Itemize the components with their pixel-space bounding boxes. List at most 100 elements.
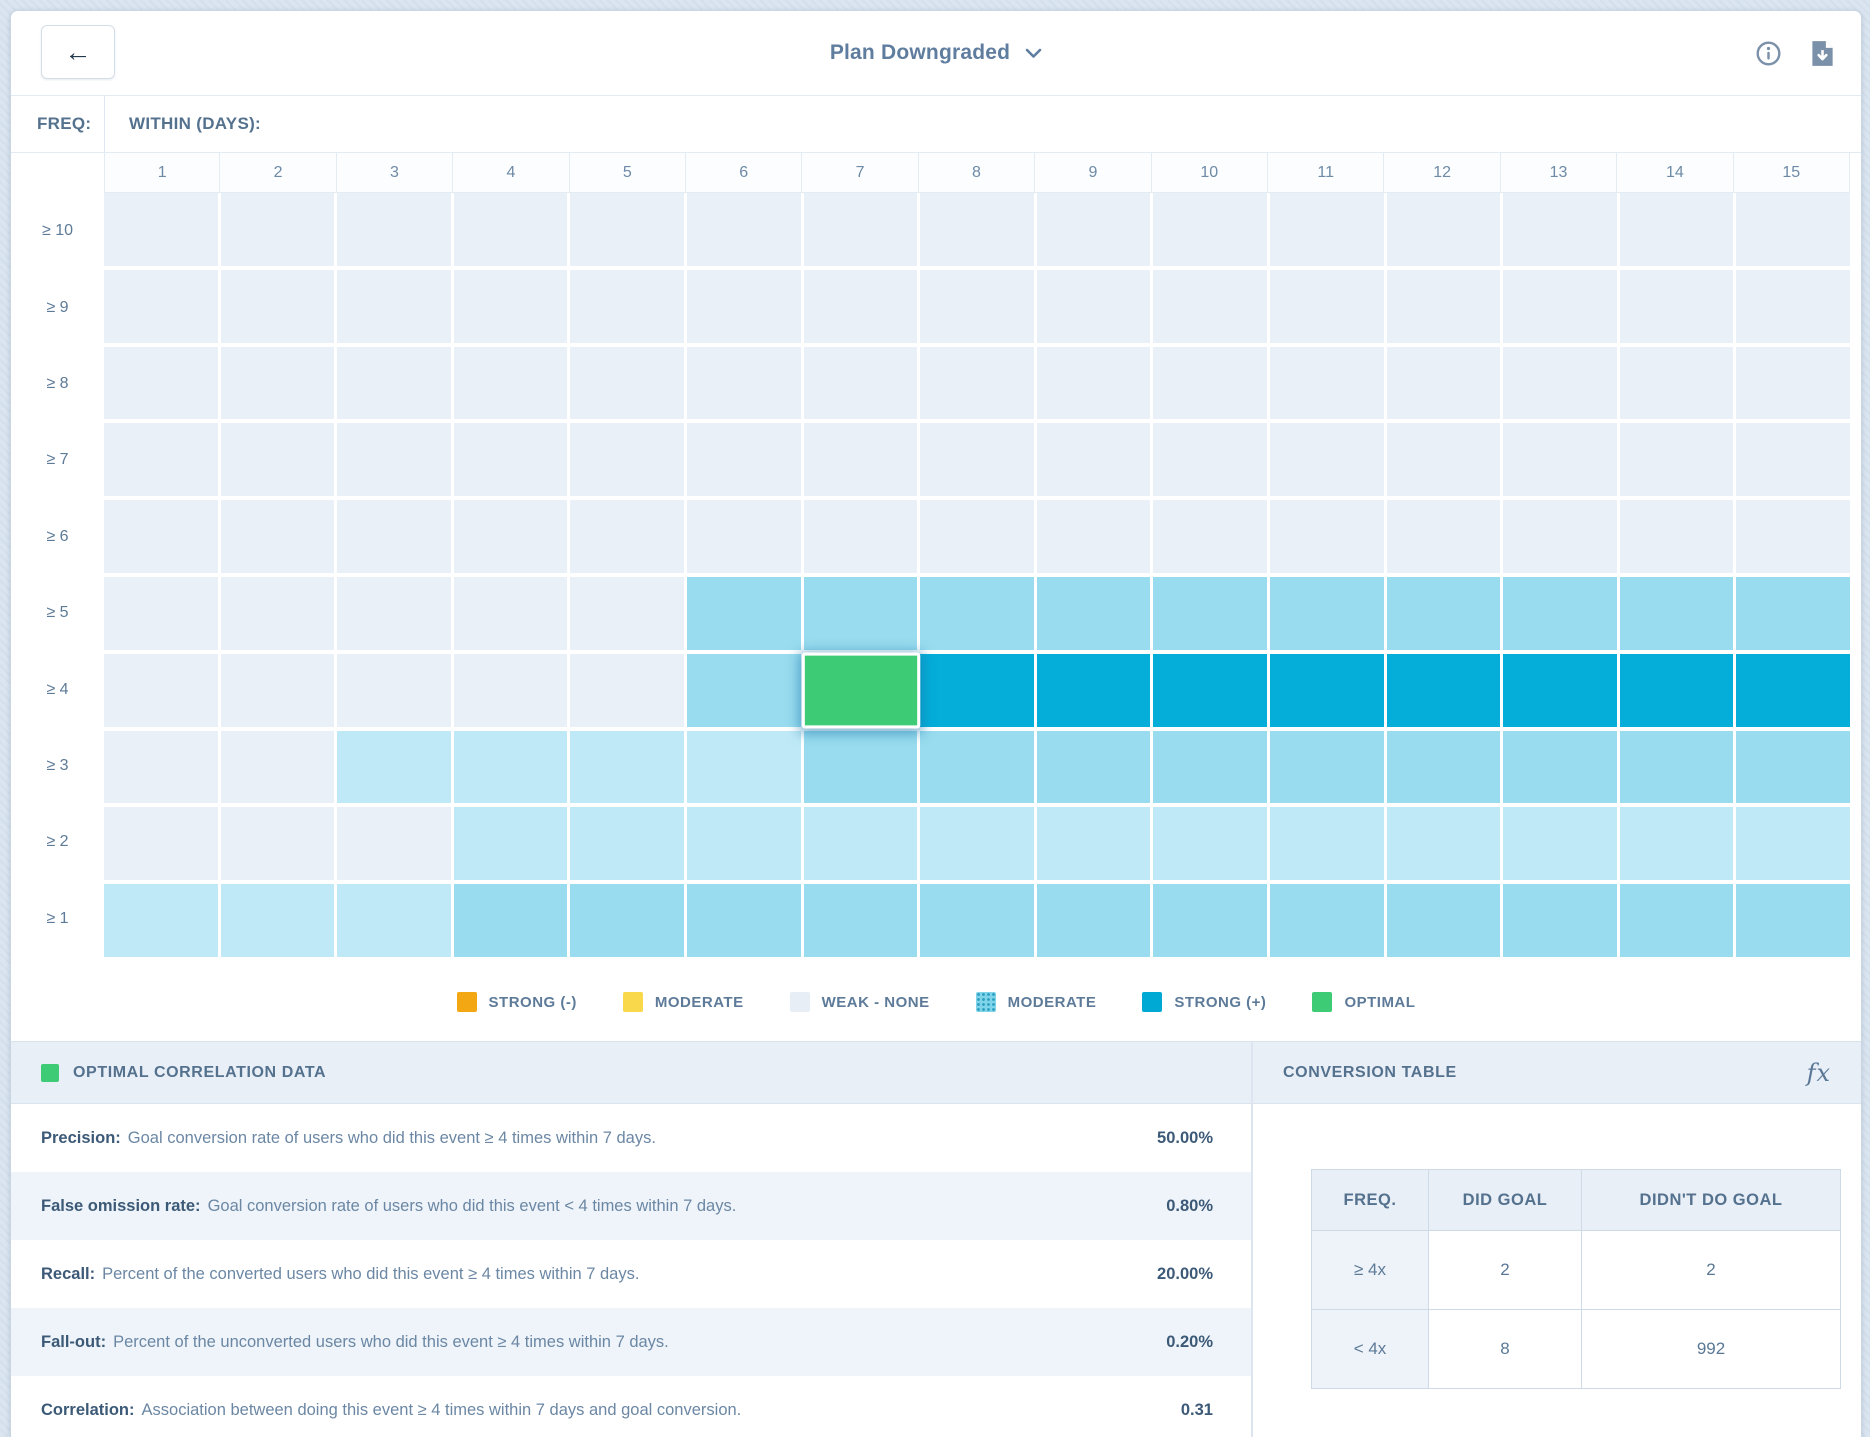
heatmap-cell[interactable] bbox=[570, 884, 684, 957]
heatmap-cell[interactable] bbox=[1736, 500, 1850, 573]
heatmap-cell[interactable] bbox=[104, 347, 218, 420]
heatmap-cell[interactable] bbox=[454, 807, 568, 880]
info-button[interactable] bbox=[1755, 40, 1782, 67]
heatmap-cell[interactable] bbox=[1153, 500, 1267, 573]
heatmap-cell[interactable] bbox=[221, 270, 335, 343]
heatmap-cell[interactable] bbox=[337, 577, 451, 650]
heatmap-cell[interactable] bbox=[454, 423, 568, 496]
heatmap-cell[interactable] bbox=[454, 347, 568, 420]
heatmap-cell[interactable] bbox=[804, 193, 918, 266]
heatmap-cell[interactable] bbox=[1387, 731, 1501, 804]
heatmap-cell[interactable] bbox=[570, 347, 684, 420]
heatmap-cell[interactable] bbox=[687, 423, 801, 496]
heatmap-cell[interactable] bbox=[1387, 347, 1501, 420]
heatmap-cell[interactable] bbox=[920, 577, 1034, 650]
heatmap-cell[interactable] bbox=[1387, 807, 1501, 880]
heatmap-cell[interactable] bbox=[1503, 347, 1617, 420]
title-dropdown[interactable]: Plan Downgraded bbox=[11, 11, 1861, 95]
heatmap-cell[interactable] bbox=[104, 807, 218, 880]
heatmap-cell[interactable] bbox=[337, 193, 451, 266]
download-button[interactable] bbox=[1810, 40, 1835, 67]
heatmap-cell[interactable] bbox=[1153, 270, 1267, 343]
heatmap-cell[interactable] bbox=[221, 193, 335, 266]
heatmap-cell[interactable] bbox=[221, 654, 335, 727]
heatmap-cell[interactable] bbox=[221, 731, 335, 804]
heatmap-cell[interactable] bbox=[687, 731, 801, 804]
heatmap-cell[interactable] bbox=[920, 654, 1034, 727]
heatmap-cell[interactable] bbox=[1736, 654, 1850, 727]
heatmap-cell[interactable] bbox=[1153, 731, 1267, 804]
heatmap-cell[interactable] bbox=[337, 731, 451, 804]
heatmap-cell[interactable] bbox=[104, 654, 218, 727]
heatmap-cell[interactable] bbox=[454, 884, 568, 957]
heatmap-cell[interactable] bbox=[1736, 270, 1850, 343]
heatmap-cell[interactable] bbox=[570, 654, 684, 727]
heatmap-cell[interactable] bbox=[687, 807, 801, 880]
heatmap-cell[interactable] bbox=[337, 347, 451, 420]
heatmap-cell[interactable] bbox=[570, 807, 684, 880]
heatmap-cell[interactable] bbox=[1270, 270, 1384, 343]
heatmap-cell[interactable] bbox=[221, 807, 335, 880]
heatmap-cell[interactable] bbox=[1503, 577, 1617, 650]
heatmap-cell[interactable] bbox=[804, 423, 918, 496]
heatmap-cell[interactable] bbox=[1037, 347, 1151, 420]
heatmap-cell[interactable] bbox=[804, 807, 918, 880]
heatmap-cell[interactable] bbox=[104, 884, 218, 957]
heatmap-cell[interactable] bbox=[1736, 807, 1850, 880]
heatmap-cell[interactable] bbox=[454, 654, 568, 727]
heatmap-cell[interactable] bbox=[337, 423, 451, 496]
heatmap-cell[interactable] bbox=[1620, 654, 1734, 727]
heatmap-cell[interactable] bbox=[1503, 423, 1617, 496]
heatmap-cell[interactable] bbox=[920, 807, 1034, 880]
heatmap-cell[interactable] bbox=[1620, 884, 1734, 957]
heatmap-cell[interactable] bbox=[337, 884, 451, 957]
heatmap-cell[interactable] bbox=[920, 731, 1034, 804]
heatmap-cell[interactable] bbox=[337, 500, 451, 573]
heatmap-cell[interactable] bbox=[687, 270, 801, 343]
heatmap-cell[interactable] bbox=[804, 270, 918, 343]
heatmap-cell[interactable] bbox=[1037, 500, 1151, 573]
heatmap-cell[interactable] bbox=[804, 884, 918, 957]
heatmap-cell[interactable] bbox=[1620, 577, 1734, 650]
heatmap-cell[interactable] bbox=[337, 654, 451, 727]
heatmap-cell[interactable] bbox=[1387, 577, 1501, 650]
heatmap-cell[interactable] bbox=[1153, 347, 1267, 420]
heatmap-cell[interactable] bbox=[454, 500, 568, 573]
heatmap-cell[interactable] bbox=[1736, 884, 1850, 957]
heatmap-cell[interactable] bbox=[1736, 731, 1850, 804]
heatmap-cell[interactable] bbox=[687, 884, 801, 957]
heatmap-cell[interactable] bbox=[104, 270, 218, 343]
heatmap-cell[interactable] bbox=[1153, 423, 1267, 496]
heatmap-cell[interactable] bbox=[1153, 884, 1267, 957]
heatmap-cell[interactable] bbox=[1270, 807, 1384, 880]
heatmap-cell[interactable] bbox=[1387, 423, 1501, 496]
heatmap-cell[interactable] bbox=[104, 423, 218, 496]
heatmap-cell[interactable] bbox=[1037, 270, 1151, 343]
heatmap-cell[interactable] bbox=[1037, 807, 1151, 880]
heatmap-cell[interactable] bbox=[570, 270, 684, 343]
heatmap-cell[interactable] bbox=[1736, 577, 1850, 650]
heatmap-cell[interactable] bbox=[1270, 193, 1384, 266]
heatmap-cell[interactable] bbox=[1387, 654, 1501, 727]
heatmap-cell[interactable] bbox=[1270, 423, 1384, 496]
heatmap-cell[interactable] bbox=[1037, 731, 1151, 804]
heatmap-cell[interactable] bbox=[570, 193, 684, 266]
formula-button[interactable]: fx bbox=[1807, 1059, 1831, 1087]
heatmap-cell[interactable] bbox=[221, 500, 335, 573]
heatmap-cell[interactable] bbox=[1503, 193, 1617, 266]
heatmap-cell[interactable] bbox=[1736, 347, 1850, 420]
heatmap-cell[interactable] bbox=[1503, 270, 1617, 343]
heatmap-cell[interactable] bbox=[570, 577, 684, 650]
heatmap-cell[interactable] bbox=[337, 270, 451, 343]
heatmap-cell[interactable] bbox=[1153, 807, 1267, 880]
heatmap-cell[interactable] bbox=[1503, 884, 1617, 957]
heatmap-cell[interactable] bbox=[1153, 193, 1267, 266]
heatmap-cell[interactable] bbox=[804, 500, 918, 573]
heatmap-cell[interactable] bbox=[1270, 731, 1384, 804]
heatmap-cell[interactable] bbox=[687, 193, 801, 266]
heatmap-cell[interactable] bbox=[1153, 654, 1267, 727]
heatmap-cell[interactable] bbox=[1387, 270, 1501, 343]
heatmap-cell[interactable] bbox=[1153, 577, 1267, 650]
heatmap-cell[interactable] bbox=[1620, 193, 1734, 266]
heatmap-cell[interactable] bbox=[1736, 193, 1850, 266]
